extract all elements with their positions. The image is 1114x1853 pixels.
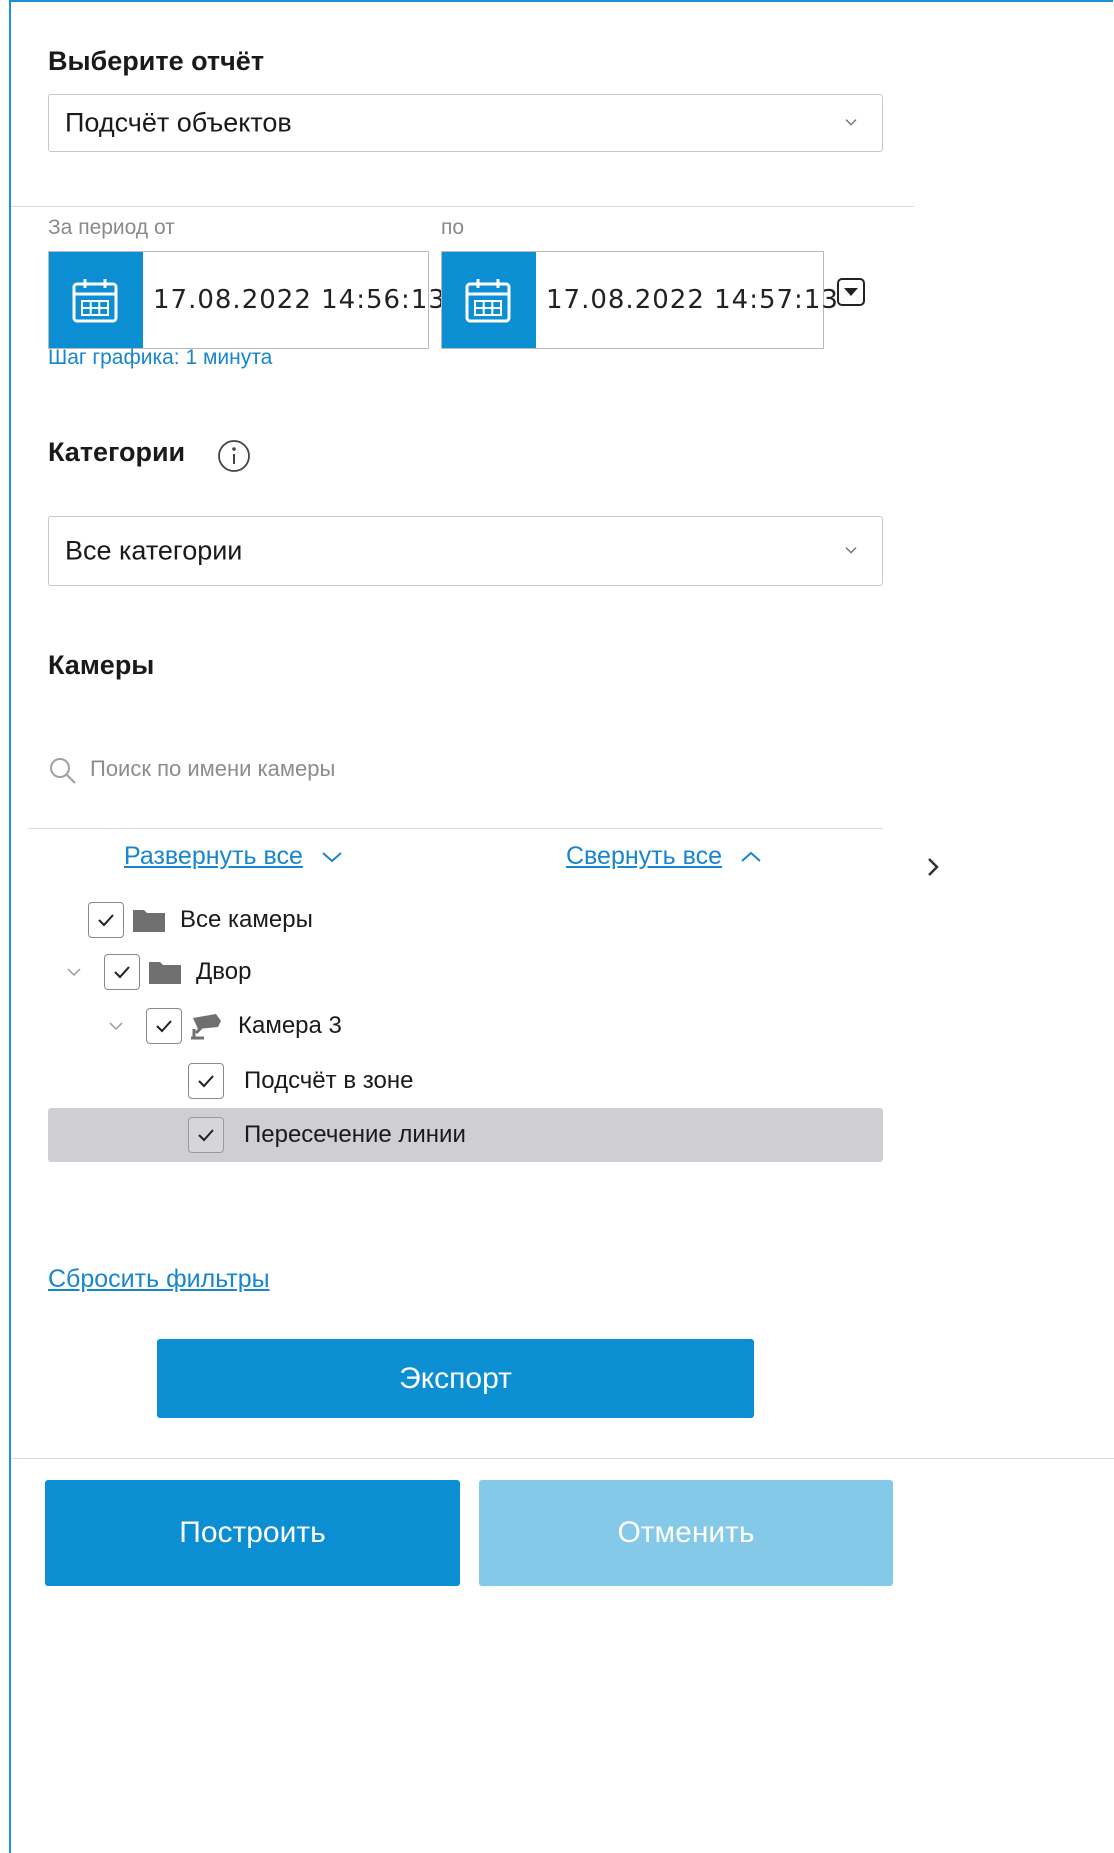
folder-icon bbox=[133, 910, 165, 932]
check-icon bbox=[98, 914, 114, 927]
check-icon bbox=[198, 1129, 214, 1142]
calendar-icon bbox=[465, 279, 511, 323]
expand-chevron-icon[interactable] bbox=[66, 967, 82, 977]
expand-all-link[interactable]: Развернуть все bbox=[124, 842, 343, 871]
check-icon bbox=[156, 1020, 172, 1033]
period-to-field[interactable]: 17.08.2022 14:57:13 bbox=[441, 251, 838, 349]
chevron-down-icon bbox=[845, 119, 857, 126]
check-icon bbox=[114, 966, 130, 979]
period-to-value[interactable]: 17.08.2022 14:57:13 bbox=[546, 285, 839, 315]
cameras-title: Камеры bbox=[48, 650, 155, 680]
chevron-right-icon[interactable] bbox=[926, 856, 940, 878]
cancel-button[interactable]: Отменить bbox=[479, 1480, 893, 1586]
reset-filters-link[interactable]: Сбросить фильтры bbox=[48, 1265, 270, 1294]
expand-all-label[interactable]: Развернуть все bbox=[124, 842, 303, 871]
checkbox[interactable] bbox=[104, 954, 140, 990]
search-icon bbox=[50, 758, 76, 784]
build-button[interactable]: Построить bbox=[45, 1480, 460, 1586]
search-underline bbox=[28, 828, 883, 829]
chart-step-text: Шаг графика: 1 минута bbox=[48, 346, 273, 369]
checkbox[interactable] bbox=[146, 1008, 182, 1044]
chevron-down-icon bbox=[845, 547, 857, 554]
divider bbox=[11, 1458, 1114, 1459]
chevron-up-icon bbox=[741, 851, 761, 862]
chevron-down-icon bbox=[322, 851, 342, 862]
collapse-all-label[interactable]: Свернуть все bbox=[566, 842, 722, 871]
checkbox[interactable] bbox=[188, 1117, 224, 1153]
checkbox[interactable] bbox=[188, 1063, 224, 1099]
period-from-label: За период от bbox=[48, 216, 175, 239]
tree-item-zone-count[interactable]: Подсчёт в зоне bbox=[188, 1057, 413, 1105]
period-from-value[interactable]: 17.08.2022 14:56:13 bbox=[153, 285, 446, 315]
period-from-field[interactable]: 17.08.2022 14:56:13 bbox=[48, 251, 445, 349]
calendar-icon bbox=[72, 279, 118, 323]
tree-item-camera-3[interactable]: Камера 3 bbox=[108, 1002, 342, 1050]
folder-icon bbox=[149, 962, 181, 984]
camera-icon bbox=[191, 1014, 221, 1040]
period-dropdown-icon[interactable] bbox=[837, 278, 865, 306]
check-icon bbox=[198, 1075, 214, 1088]
categories-title: Категории bbox=[48, 437, 186, 467]
camera-search[interactable]: Поиск по имени камеры bbox=[48, 750, 883, 790]
divider bbox=[11, 206, 914, 207]
tree-item-label: Все камеры bbox=[180, 906, 313, 933]
categories-select[interactable]: Все категории bbox=[48, 516, 883, 586]
info-icon[interactable] bbox=[216, 438, 252, 474]
period-to-label: по bbox=[441, 216, 465, 239]
checkbox[interactable] bbox=[88, 902, 124, 938]
tree-item-label: Камера 3 bbox=[238, 1012, 342, 1039]
categories-select-value: Все категории bbox=[65, 535, 243, 566]
tree-item-yard[interactable]: Двор bbox=[66, 948, 251, 996]
report-select-value: Подсчёт объектов bbox=[65, 107, 292, 138]
tree-item-label: Пересечение линии bbox=[244, 1121, 466, 1148]
camera-search-placeholder: Поиск по имени камеры bbox=[90, 756, 336, 781]
calendar-button[interactable] bbox=[442, 252, 536, 348]
tree-item-all-cameras[interactable]: Все камеры bbox=[88, 896, 313, 944]
report-select[interactable]: Подсчёт объектов bbox=[48, 94, 883, 152]
tree-item-label: Двор bbox=[196, 958, 252, 985]
export-button[interactable]: Экспорт bbox=[157, 1339, 754, 1418]
tree-item-label: Подсчёт в зоне bbox=[244, 1067, 414, 1094]
expand-chevron-icon[interactable] bbox=[108, 1021, 124, 1031]
collapse-all-link[interactable]: Свернуть все bbox=[566, 842, 762, 871]
tree-item-line-crossing[interactable]: Пересечение линии bbox=[188, 1111, 466, 1159]
calendar-button[interactable] bbox=[49, 252, 143, 348]
report-title: Выберите отчёт bbox=[48, 46, 265, 76]
